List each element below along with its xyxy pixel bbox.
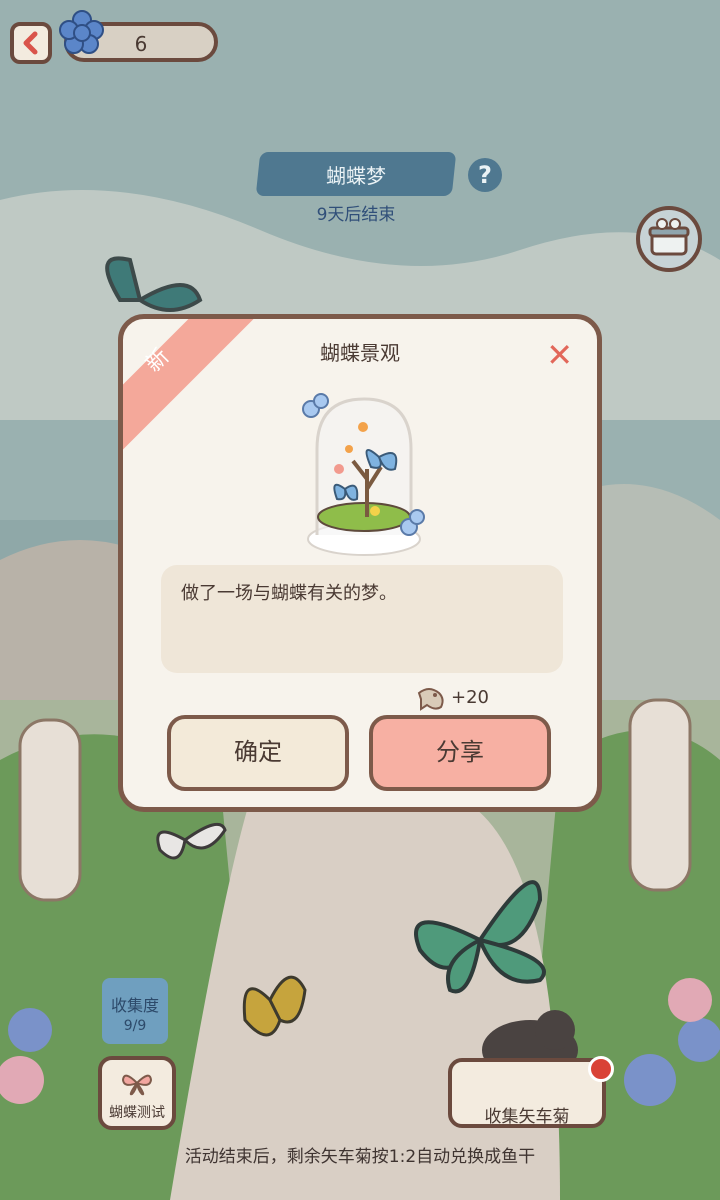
butterfly-icon [121,1074,153,1096]
close-button[interactable]: ✕ [546,339,573,371]
cornflower-icon [59,10,104,54]
notification-dot [588,1056,614,1082]
event-timer: 9天后结束 [316,205,396,225]
new-ribbon [123,319,254,454]
back-arrow-icon [23,31,38,55]
butterfly-terrarium-icon [302,393,425,556]
dialog-title: 蝴蝶景观 [320,341,400,365]
collection-value: 9/9 [123,1018,147,1034]
dried-fish-icon [417,688,444,711]
confirm-button[interactable]: 确定 [167,715,349,791]
butterfly-test-label: 蝴蝶测试 [109,1105,165,1121]
event-title: 蝴蝶梦 [326,164,386,188]
help-button[interactable]: ? [468,158,502,192]
collect-cornflower-label: 收集矢车菊 [484,1107,570,1127]
basket-icon [648,218,690,256]
exchange-notice: 活动结束后，剩余矢车菊按1:2自动兑换成鱼干 [184,1147,536,1167]
reward-amount: +20 [451,687,489,708]
back-button[interactable] [10,22,52,64]
description-box: 做了一场与蝴蝶有关的梦。 [161,565,563,673]
item-unlock-dialog: 新 蝴蝶景观 ✕ 做了一场与蝴蝶有关的梦。 +20 确定 分享 [118,314,602,812]
collection-label: 收集度 [110,996,159,1015]
share-button[interactable]: 分享 [369,715,551,791]
item-description: 做了一场与蝴蝶有关的梦。 [181,583,397,604]
basket-button[interactable] [636,206,702,272]
